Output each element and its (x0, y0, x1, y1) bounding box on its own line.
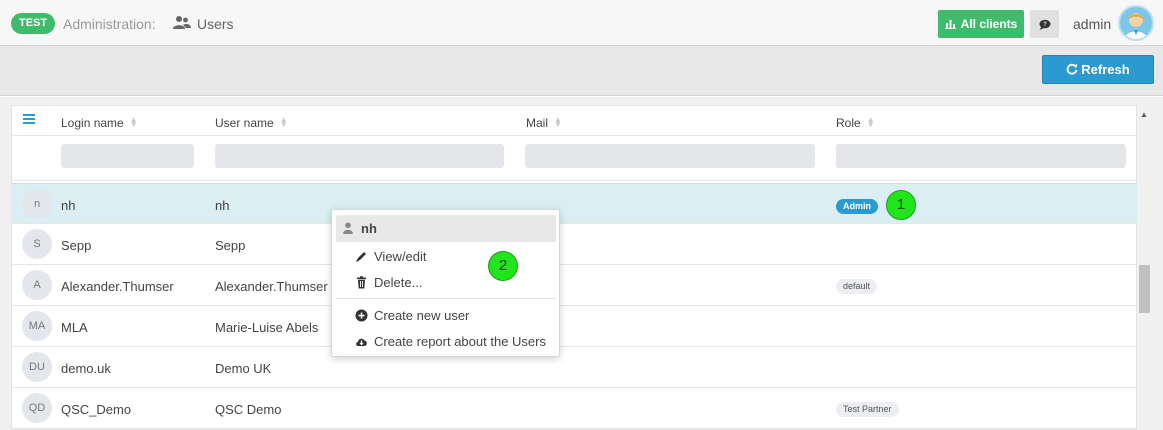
user-icon (343, 222, 353, 234)
filter-role-input[interactable] (836, 144, 1126, 168)
trash-icon (357, 276, 366, 289)
table-row[interactable]: QD QSC_Demo QSC Demo Test Partner (11, 388, 1137, 429)
callout-marker: 1 (886, 190, 916, 220)
callout-marker: 2 (488, 251, 518, 281)
column-menu-icon[interactable] (23, 114, 35, 124)
filter-login-input[interactable] (61, 144, 194, 168)
table-row[interactable]: S Sepp Sepp (11, 224, 1137, 265)
login-cell: Alexander.Thumser (61, 279, 174, 294)
pencil-icon (356, 252, 366, 262)
header-divider (11, 135, 1137, 136)
table-row[interactable]: n nh nh Admin (11, 183, 1137, 224)
role-badge: Test Partner (836, 402, 899, 417)
breadcrumb[interactable]: Administration: (63, 16, 156, 32)
username-cell: Alexander.Thumser (215, 279, 328, 294)
context-menu: nh View/edit Delete... Create new user C… (331, 209, 560, 357)
menu-item-view-edit[interactable]: View/edit (374, 249, 427, 264)
menu-item-create-user[interactable]: Create new user (374, 308, 469, 323)
user-initials: MA (22, 311, 52, 341)
filter-divider (11, 180, 1137, 181)
all-clients-label: All clients (960, 17, 1018, 31)
page-title: Users (197, 16, 234, 32)
column-header-mail[interactable]: Mail ▲ ▼ (526, 116, 562, 131)
refresh-button[interactable]: Refresh (1042, 55, 1154, 84)
username-cell: Sepp (215, 238, 246, 253)
menu-divider (336, 298, 556, 299)
avatar[interactable] (1118, 5, 1154, 41)
menu-item-create-report[interactable]: Create report about the Users (374, 334, 546, 349)
table-row[interactable]: MA MLA Marie-Luise Abels (11, 306, 1137, 347)
table-row[interactable]: A Alexander.Thumser Alexander.Thumser de… (11, 265, 1137, 306)
filter-mail-input[interactable] (525, 144, 815, 168)
environment-badge: TEST (11, 13, 56, 34)
user-menu[interactable]: admin (1073, 16, 1111, 32)
filter-username-input[interactable] (215, 144, 504, 168)
login-cell: demo.uk (61, 361, 111, 376)
user-initials: DU (22, 352, 52, 382)
context-menu-title: nh (361, 221, 377, 236)
username-cell: nh (215, 198, 230, 213)
user-initials: A (22, 270, 52, 300)
user-avatar-icon (1125, 13, 1147, 39)
user-initials: S (22, 229, 52, 259)
role-badge: default (836, 279, 878, 294)
username-cell: Demo UK (215, 361, 272, 376)
comment-icon: ? (1039, 19, 1050, 30)
login-cell: QSC_Demo (61, 402, 132, 417)
column-header-role[interactable]: Role ▲ ▼ (836, 116, 875, 131)
role-badge: Admin (836, 199, 878, 214)
plus-circle-icon (355, 309, 368, 322)
menu-item-delete[interactable]: Delete... (374, 275, 422, 290)
scroll-up-arrow[interactable]: ▲ (1140, 110, 1148, 119)
scroll-thumb[interactable] (1139, 265, 1150, 313)
username-cell: QSC Demo (215, 402, 282, 417)
username-cell: Marie-Luise Abels (215, 320, 319, 335)
login-cell: nh (61, 198, 76, 213)
login-cell: MLA (61, 320, 88, 335)
cloud-download-icon (356, 338, 367, 346)
toolbar (0, 46, 1163, 96)
refresh-label: Refresh (1081, 62, 1130, 77)
login-cell: Sepp (61, 238, 92, 253)
users-icon (173, 16, 191, 29)
column-header-login[interactable]: Login name ▲ ▼ (61, 116, 138, 131)
context-menu-header: nh (336, 215, 556, 242)
user-initials: n (22, 189, 52, 219)
svg-text:?: ? (1043, 22, 1047, 28)
all-clients-button[interactable]: All clients (938, 10, 1024, 38)
refresh-icon (1066, 63, 1078, 75)
column-header-username[interactable]: User name ▲ ▼ (215, 116, 288, 131)
user-initials: QD (22, 393, 52, 423)
chat-button[interactable]: ? (1030, 10, 1059, 38)
table-row[interactable]: DU demo.uk Demo UK (11, 347, 1137, 388)
chart-icon (944, 20, 956, 29)
